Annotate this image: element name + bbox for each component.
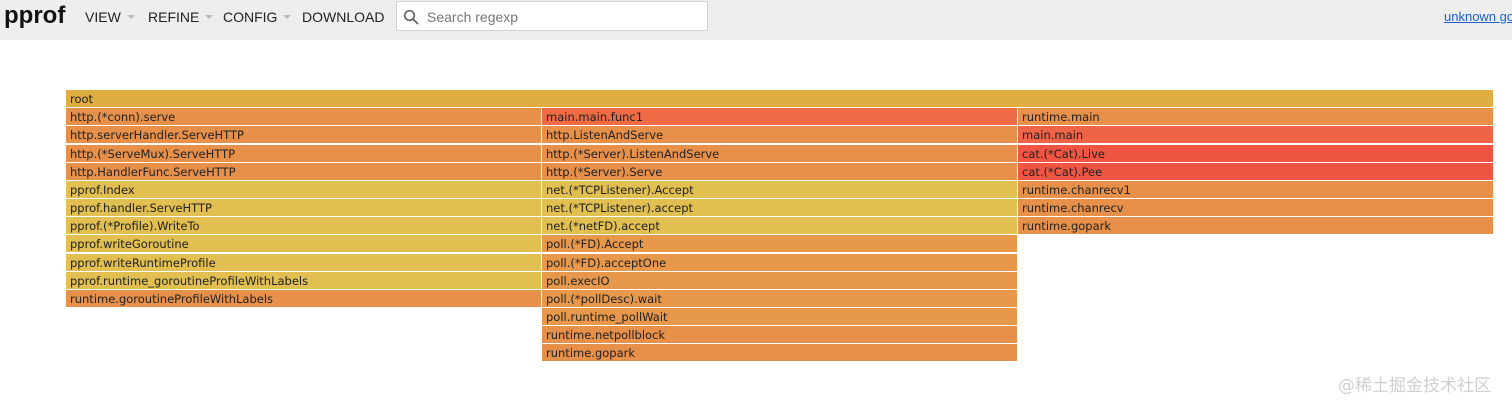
config-menu[interactable]: CONFIG: [223, 8, 292, 26]
flame-frame[interactable]: pprof.handler.ServeHTTP: [66, 199, 542, 217]
flame-frame[interactable]: net.(*netFD).accept: [542, 217, 1018, 235]
flame-frame[interactable]: runtime.goroutineProfileWithLabels: [66, 290, 542, 308]
flame-frame[interactable]: pprof.writeGoroutine: [66, 235, 542, 253]
flame-frame[interactable]: net.(*TCPListener).accept: [542, 199, 1018, 217]
flame-frame[interactable]: pprof.runtime_goroutineProfileWithLabels: [66, 272, 542, 290]
watermark: @稀土掘金技术社区: [1338, 376, 1491, 396]
flame-frame[interactable]: http.(*conn).serve: [66, 108, 542, 126]
refine-menu[interactable]: REFINE: [148, 8, 214, 26]
flame-frame[interactable]: pprof.Index: [66, 181, 542, 199]
flame-frame[interactable]: http.(*Server).ListenAndServe: [542, 145, 1018, 163]
refine-menu-label: REFINE: [148, 9, 200, 25]
flame-frame[interactable]: poll.(*pollDesc).wait: [542, 290, 1018, 308]
flame-frame[interactable]: main.main: [1018, 126, 1494, 144]
flame-frame[interactable]: root: [66, 90, 1494, 108]
chevron-down-icon: [126, 15, 135, 20]
search-box[interactable]: [396, 1, 708, 31]
profile-source-link[interactable]: unknown go: [1444, 9, 1512, 24]
view-menu[interactable]: VIEW: [85, 8, 135, 26]
search-input[interactable]: [425, 6, 699, 28]
flame-frame[interactable]: runtime.gopark: [1018, 217, 1494, 235]
flame-frame[interactable]: pprof.writeRuntimeProfile: [66, 254, 542, 272]
flame-frame[interactable]: runtime.main: [1018, 108, 1494, 126]
flame-frame[interactable]: http.(*Server).Serve: [542, 163, 1018, 181]
search-icon: [403, 9, 419, 25]
chevron-down-icon: [205, 15, 214, 20]
flame-frame[interactable]: runtime.netpollblock: [542, 326, 1018, 344]
flame-frame[interactable]: poll.(*FD).Accept: [542, 235, 1018, 253]
download-menu[interactable]: DOWNLOAD: [302, 8, 384, 26]
flame-frame[interactable]: http.HandlerFunc.ServeHTTP: [66, 163, 542, 181]
chevron-down-icon: [283, 15, 292, 20]
view-menu-label: VIEW: [85, 9, 121, 25]
flame-frame[interactable]: http.serverHandler.ServeHTTP: [66, 126, 542, 144]
flame-frame[interactable]: cat.(*Cat).Live: [1018, 145, 1494, 163]
flame-frame[interactable]: net.(*TCPListener).Accept: [542, 181, 1018, 199]
flame-frame[interactable]: runtime.gopark: [542, 344, 1018, 362]
flame-frame[interactable]: runtime.chanrecv1: [1018, 181, 1494, 199]
flame-frame[interactable]: main.main.func1: [542, 108, 1018, 126]
flame-frame[interactable]: poll.execIO: [542, 272, 1018, 290]
flame-frame[interactable]: http.(*ServeMux).ServeHTTP: [66, 145, 542, 163]
download-menu-label: DOWNLOAD: [302, 9, 385, 25]
flame-frame[interactable]: pprof.(*Profile).WriteTo: [66, 217, 542, 235]
flame-frame[interactable]: poll.runtime_pollWait: [542, 308, 1018, 326]
flame-frame[interactable]: http.ListenAndServe: [542, 126, 1018, 144]
flame-frame[interactable]: cat.(*Cat).Pee: [1018, 163, 1494, 181]
app-logo[interactable]: pprof: [4, 0, 65, 32]
config-menu-label: CONFIG: [223, 9, 278, 25]
flame-frame[interactable]: poll.(*FD).acceptOne: [542, 254, 1018, 272]
flame-frame[interactable]: runtime.chanrecv: [1018, 199, 1494, 217]
top-toolbar: pprof VIEW REFINE CONFIG DOWNLOAD unknow…: [0, 0, 1512, 40]
